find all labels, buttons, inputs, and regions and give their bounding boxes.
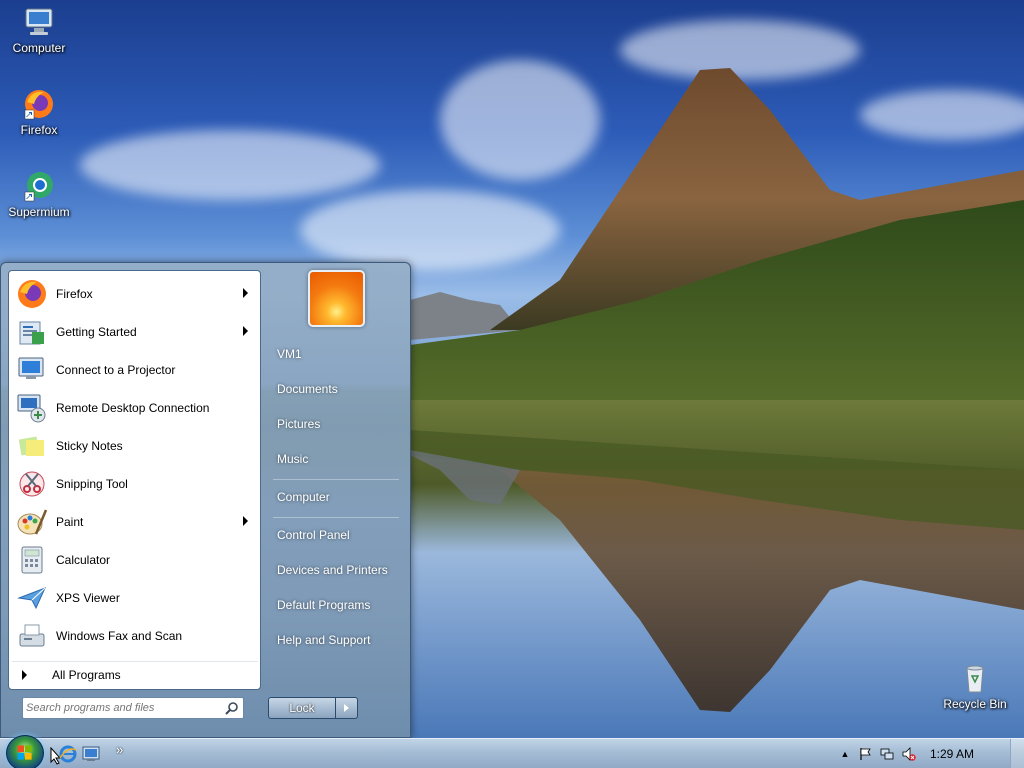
program-fax-scan[interactable]: Windows Fax and Scan — [12, 618, 258, 654]
program-getting-started[interactable]: Getting Started — [12, 314, 258, 350]
desktop-icon-computer[interactable]: Computer — [1, 6, 77, 55]
program-label: Remote Desktop Connection — [56, 401, 210, 415]
program-remote-desktop[interactable]: Remote Desktop Connection — [12, 390, 258, 426]
submenu-arrow-icon[interactable] — [243, 288, 248, 298]
program-snipping-tool[interactable]: Snipping Tool — [12, 466, 258, 502]
show-hidden-icons-button[interactable]: ▲ — [838, 747, 852, 761]
program-paint[interactable]: Paint — [12, 504, 258, 540]
firefox-icon — [24, 90, 53, 120]
remote-desktop-icon — [17, 394, 46, 423]
getting-started-icon — [19, 321, 44, 345]
program-label: Firefox — [56, 287, 93, 301]
program-label: Paint — [56, 515, 84, 529]
paint-icon — [17, 509, 48, 535]
desktop-icon-label: Firefox — [20, 123, 58, 137]
search-icon[interactable] — [225, 701, 239, 715]
program-sticky-notes[interactable]: Sticky Notes — [12, 428, 258, 464]
program-label: Windows Fax and Scan — [56, 629, 183, 643]
taskbar-clock[interactable]: 1:29 AM — [930, 747, 974, 761]
right-item-pictures[interactable]: Pictures — [267, 412, 405, 436]
right-item-documents[interactable]: Documents — [267, 377, 405, 401]
program-label: Calculator — [56, 553, 111, 567]
projector-icon — [18, 357, 44, 379]
desktop-icon-supermium[interactable]: Supermium — [1, 170, 77, 219]
recycle-bin-icon — [966, 665, 984, 693]
desktop-icon-recycle-bin[interactable]: Recycle Bin — [937, 662, 1013, 711]
right-item-user[interactable]: VM1 — [267, 342, 405, 366]
taskbar: » ▲ 1:29 AM — [0, 735, 1024, 768]
calculator-icon — [21, 546, 43, 574]
sticky-notes-icon — [18, 436, 44, 456]
show-desktop-button[interactable] — [1010, 739, 1024, 768]
firefox-icon — [18, 280, 46, 308]
windows-logo-icon — [17, 745, 32, 760]
program-xps-viewer[interactable]: XPS Viewer — [12, 580, 258, 616]
internet-explorer-icon[interactable] — [58, 744, 78, 764]
submenu-arrow-icon[interactable] — [243, 326, 248, 336]
desktop-icon-label: Computer — [12, 41, 66, 55]
lock-button[interactable]: Lock — [268, 697, 336, 719]
program-connect-projector[interactable]: Connect to a Projector — [12, 352, 258, 388]
right-item-devices-printers[interactable]: Devices and Printers — [267, 558, 405, 582]
program-label: Snipping Tool — [56, 477, 128, 491]
submenu-arrow-icon[interactable] — [243, 516, 248, 526]
program-label: Connect to a Projector — [56, 363, 176, 377]
xps-viewer-icon — [17, 587, 46, 610]
supermium-icon — [24, 172, 53, 202]
all-programs-arrow-icon — [22, 670, 27, 680]
program-calculator[interactable]: Calculator — [12, 542, 258, 578]
shutdown-options-button[interactable] — [336, 697, 358, 719]
all-programs-button[interactable]: All Programs — [12, 661, 258, 685]
fax-scan-icon — [19, 624, 45, 647]
start-button[interactable] — [6, 735, 44, 768]
program-firefox[interactable]: Firefox — [12, 276, 258, 312]
right-item-control-panel[interactable]: Control Panel — [267, 523, 405, 547]
start-menu: Firefox Getting Started Connect to a Pro… — [0, 262, 411, 738]
volume-muted-icon[interactable] — [902, 747, 916, 761]
desktop-icon-label: Recycle Bin — [943, 697, 1007, 711]
program-label: XPS Viewer — [56, 591, 120, 605]
desktop-icon-firefox[interactable]: Firefox — [1, 88, 77, 137]
program-label: Getting Started — [56, 325, 137, 339]
right-item-computer[interactable]: Computer — [267, 485, 405, 509]
program-label: Sticky Notes — [56, 439, 123, 453]
quicklaunch-overflow-button[interactable]: » — [116, 742, 123, 757]
snipping-tool-icon — [19, 471, 45, 497]
right-item-music[interactable]: Music — [267, 447, 405, 471]
user-picture[interactable] — [308, 270, 365, 327]
search-input[interactable] — [26, 700, 216, 716]
right-item-default-programs[interactable]: Default Programs — [267, 593, 405, 617]
action-center-flag-icon[interactable] — [858, 747, 872, 761]
start-menu-programs-pane: Firefox Getting Started Connect to a Pro… — [8, 270, 261, 690]
desktop-icon-label: Supermium — [8, 205, 70, 219]
menu-separator — [273, 479, 399, 480]
menu-separator — [273, 517, 399, 518]
notification-area: ▲ 1:29 AM — [834, 739, 1024, 768]
network-icon[interactable] — [880, 747, 894, 761]
right-item-help-support[interactable]: Help and Support — [267, 628, 405, 652]
computer-icon — [25, 8, 53, 35]
chevron-right-icon — [344, 704, 349, 712]
all-programs-label: All Programs — [52, 668, 121, 682]
show-desktop-quicklaunch-icon[interactable] — [81, 744, 101, 764]
search-box[interactable] — [22, 697, 244, 719]
